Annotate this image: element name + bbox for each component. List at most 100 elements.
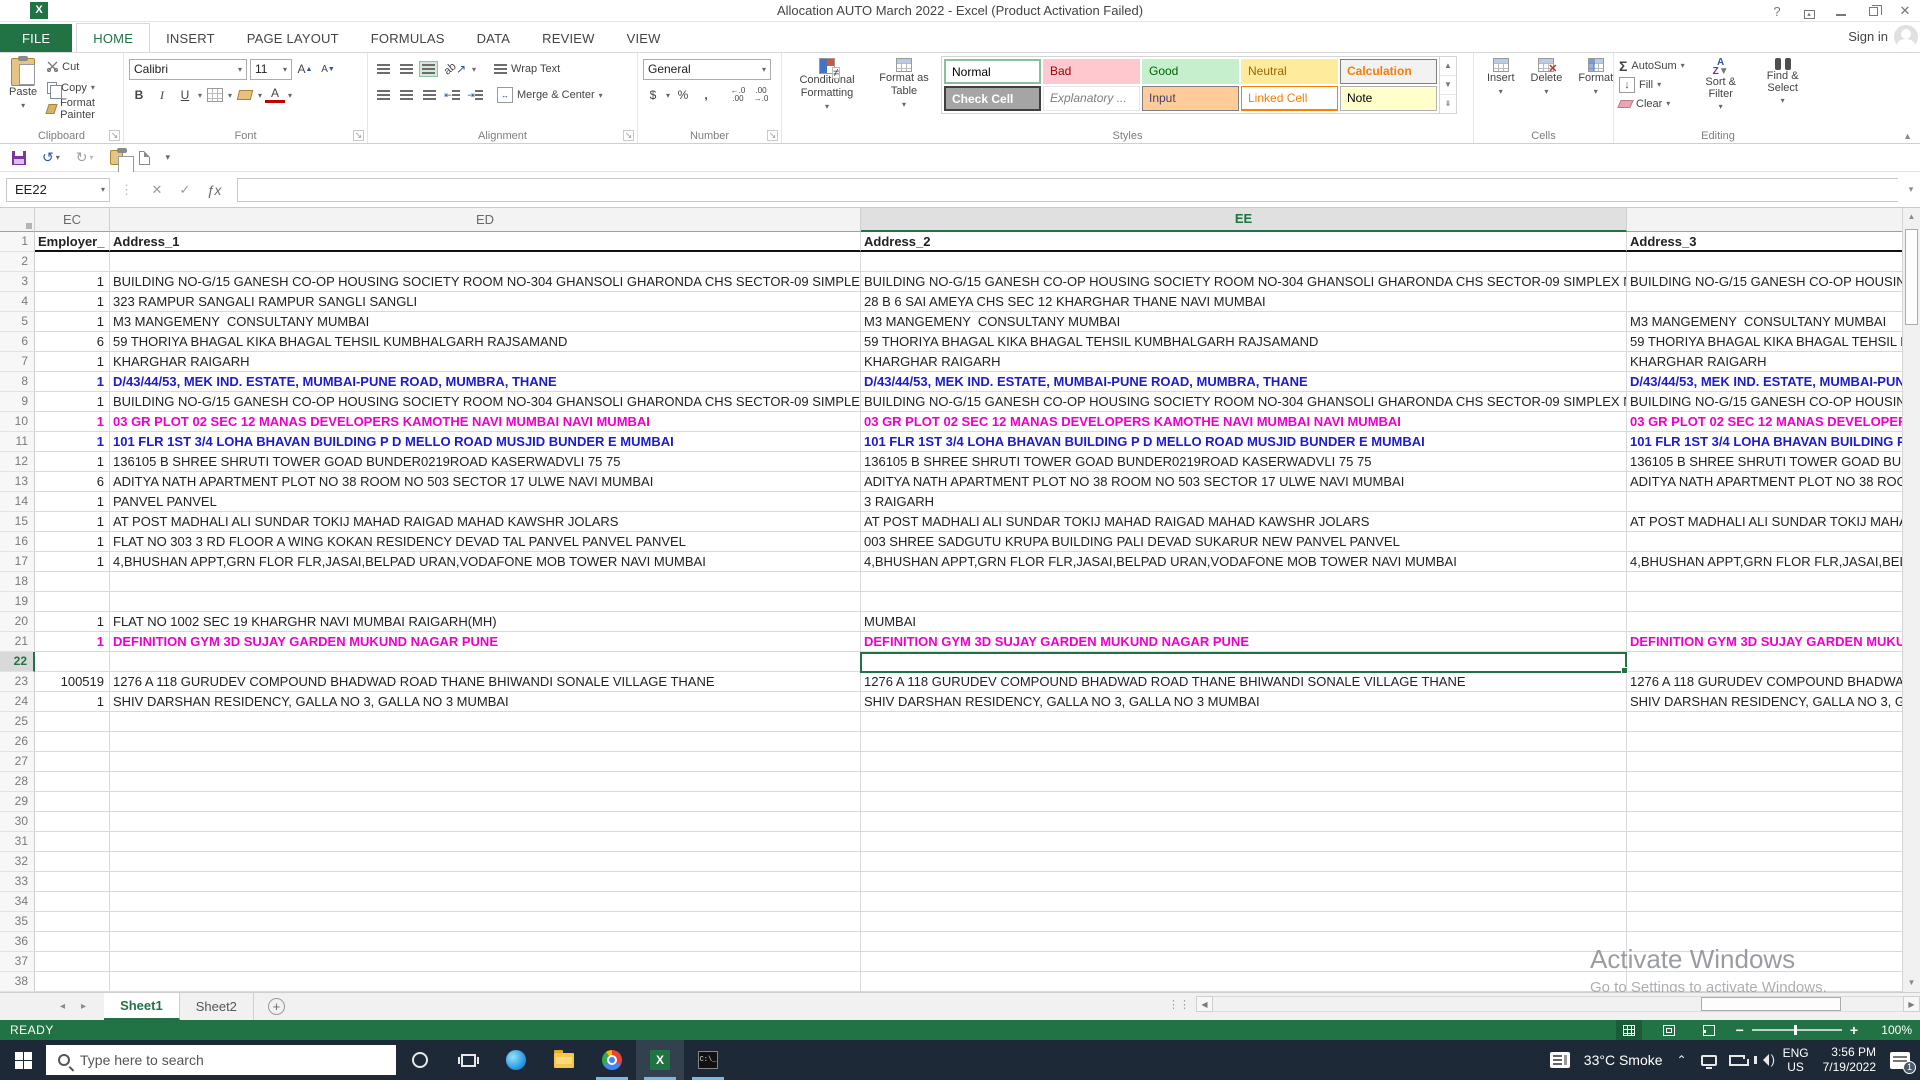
cell[interactable] [110,652,861,672]
row-number[interactable]: 14 [0,492,35,512]
cell-style-linked-cell[interactable]: Linked Cell [1241,86,1338,111]
cell[interactable] [110,812,861,832]
cell[interactable]: 03 GR PLOT 02 SEC 12 MANAS DEVELOPERS KA… [861,412,1627,432]
cell-style-neutral[interactable]: Neutral [1241,59,1338,84]
cell[interactable]: 1 [35,512,110,532]
row-number[interactable]: 8 [0,372,35,392]
ribbon-display-options-icon[interactable]: ▴ [1800,4,1818,19]
font-color-button[interactable]: A [265,87,285,103]
row-number[interactable]: 36 [0,932,35,952]
cell[interactable]: D/43/44/53, MEK IND. ESTATE, MUMBAI-PUNE… [1627,372,1902,392]
row-number[interactable]: 17 [0,552,35,572]
row-number[interactable]: 2 [0,252,35,272]
cell[interactable]: Address_3 [1627,232,1902,252]
cell[interactable]: ADITYA NATH APARTMENT PLOT NO 38 ROOM NO… [110,472,861,492]
cell[interactable]: BUILDING NO-G/15 GANESH CO-OP HOUSING SO… [861,392,1627,412]
cell[interactable]: 003 SHREE SADGUTU KRUPA BUILDING PALI DE… [861,532,1627,552]
cell[interactable] [1627,612,1902,632]
row-number[interactable]: 23 [0,672,35,692]
zoom-level[interactable]: 100% [1872,1023,1912,1037]
row-number[interactable]: 16 [0,532,35,552]
delete-cells-button[interactable]: Delete▾ [1523,56,1571,100]
cell[interactable] [861,732,1627,752]
row-number[interactable]: 19 [0,592,35,612]
cell[interactable]: DEFINITION GYM 3D SUJAY GARDEN MUKUND NA… [861,632,1627,652]
scroll-left-icon[interactable]: ◀ [1196,996,1213,1012]
cell[interactable]: ADITYA NATH APARTMENT PLOT NO 38 ROOM NO… [1627,472,1902,492]
cell[interactable] [861,912,1627,932]
cell[interactable] [110,772,861,792]
row-number[interactable]: 35 [0,912,35,932]
cell[interactable] [861,852,1627,872]
cell[interactable] [110,712,861,732]
cell[interactable]: BUILDING NO-G/15 GANESH CO-OP HOUSING SO… [1627,272,1902,292]
cell[interactable]: 1 [35,292,110,312]
cell[interactable]: Address_2 [861,232,1627,252]
minimize-button[interactable] [1832,4,1850,19]
cell[interactable]: 1 [35,612,110,632]
underline-button[interactable]: U [175,85,195,105]
orientation-button[interactable]: ab↗ [441,59,469,79]
cell[interactable]: 1 [35,312,110,332]
cell[interactable] [861,252,1627,272]
number-dialog-launcher-icon[interactable]: ↘ [767,130,778,141]
gallery-scroll-down-icon[interactable]: ▼ [1440,76,1456,95]
cell[interactable]: 1276 A 118 GURUDEV COMPOUND BHADWAD ROAD… [861,672,1627,692]
increase-decimal-icon[interactable]: ←.0.00 [728,85,748,105]
task-view-button[interactable] [444,1040,492,1080]
row-number[interactable]: 21 [0,632,35,652]
wrap-text-button[interactable]: Wrap Text [492,59,562,80]
cell[interactable] [861,952,1627,972]
cell-style-note[interactable]: Note [1340,86,1437,111]
row-number[interactable]: 12 [0,452,35,472]
font-dialog-launcher-icon[interactable]: ↘ [353,130,364,141]
conditional-formatting-button[interactable]: Conditional Formatting ▾ [787,56,867,115]
cell[interactable] [1627,832,1902,852]
cell[interactable] [35,832,110,852]
cell-style-bad[interactable]: Bad [1043,59,1140,84]
cell[interactable] [35,772,110,792]
cell[interactable] [861,592,1627,612]
user-avatar[interactable] [1894,25,1918,49]
notification-center-icon[interactable]: 1 [1890,1052,1910,1069]
cell[interactable] [110,872,861,892]
cell[interactable] [1627,792,1902,812]
undo-button[interactable]: ↺▾ [42,149,60,166]
cell[interactable]: 03 GR PLOT 02 SEC 12 MANAS DEVELOPERS KA… [110,412,861,432]
zoom-out-icon[interactable]: − [1736,1022,1744,1038]
copy-button[interactable]: Copy▾ [45,77,118,98]
cell[interactable]: 1 [35,392,110,412]
increase-indent-button[interactable]: ⇥ [465,85,485,105]
cell[interactable]: DEFINITION GYM 3D SUJAY GARDEN MUKUND NA… [110,632,861,652]
tab-file[interactable]: FILE [0,24,72,52]
cell[interactable]: M3 MANGEMENY CONSULTANY MUMBAI [1627,312,1902,332]
cell[interactable] [35,652,110,672]
top-align-button[interactable] [373,59,393,79]
tab-review[interactable]: REVIEW [526,24,610,52]
cell[interactable] [35,752,110,772]
sign-in-link[interactable]: Sign in [1848,29,1888,44]
row-number[interactable]: 29 [0,792,35,812]
cell[interactable] [35,872,110,892]
cell[interactable]: 59 THORIYA BHAGAL KIKA BHAGAL TEHSIL KUM… [861,332,1627,352]
cell[interactable]: KHARGHAR RAIGARH [110,352,861,372]
accounting-format-button[interactable]: $ [643,85,663,105]
expand-formula-bar-icon[interactable]: ▾ [1902,184,1920,195]
cell[interactable]: 1 [35,632,110,652]
row-number[interactable]: 30 [0,812,35,832]
scroll-right-icon[interactable]: ▶ [1903,996,1920,1012]
weather-widget[interactable]: 33°C Smoke [1584,1052,1663,1068]
cell[interactable]: 136105 B SHREE SHRUTI TOWER GOAD BUNDER0… [1627,452,1902,472]
row-number[interactable]: 28 [0,772,35,792]
cell[interactable] [110,932,861,952]
cell[interactable] [35,972,110,992]
network-icon[interactable] [1729,1055,1745,1066]
tab-insert[interactable]: INSERT [150,24,231,52]
gallery-more-icon[interactable]: ⇟ [1440,95,1456,113]
cell[interactable]: 101 FLR 1ST 3/4 LOHA BHAVAN BUILDING P D… [110,432,861,452]
selected-cell-outline[interactable] [860,652,1627,673]
cell[interactable]: D/43/44/53, MEK IND. ESTATE, MUMBAI-PUNE… [861,372,1627,392]
cell[interactable] [1627,652,1902,672]
row-number[interactable]: 33 [0,872,35,892]
cell[interactable]: 1 [35,532,110,552]
